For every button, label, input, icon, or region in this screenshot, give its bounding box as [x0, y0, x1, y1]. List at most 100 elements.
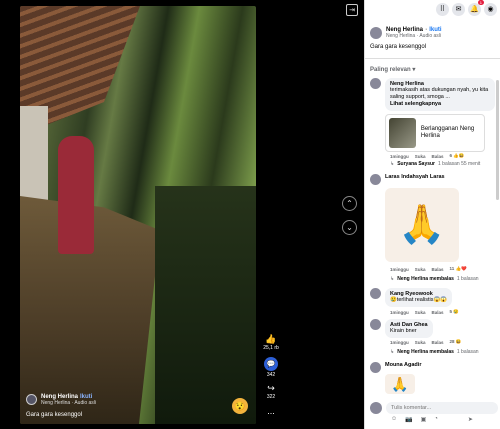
share-icon: ↪ [267, 383, 275, 393]
avatar[interactable] [26, 394, 37, 405]
scrollbar[interactable] [496, 80, 499, 200]
card-thumbnail [389, 118, 416, 148]
comments-panel: ⠿ ✉ 🔔 1 ◉ Neng Herlina · Ikuti Neng Herli… [364, 0, 500, 429]
replies-link[interactable]: ↳ Neng Herlina membalas 1 balasan [390, 349, 479, 355]
reply-count: 1 balasan [456, 276, 479, 282]
comment-time[interactable]: 1minggu [390, 267, 409, 272]
comment-bubble: Kang Ryeowook 😢terlihat realistis😱😱 [385, 288, 453, 307]
reaction-count: 11 👍❤️ [449, 266, 467, 271]
comment-bubble: Asti Dan Ghea Kirain bner [385, 319, 433, 338]
emoji-icon[interactable]: ☺ [391, 416, 397, 423]
more-icon: ... [267, 406, 275, 416]
comment-item: Neng Herlina terimakasih atas dukungan n… [370, 78, 495, 111]
video-author[interactable]: Neng Herlina Ikuti Neng Herlina · Audio … [26, 393, 96, 406]
bell-icon: 🔔 [470, 6, 479, 13]
reply-arrow-icon: ↳ [390, 349, 395, 355]
like-link[interactable]: Suka [415, 310, 426, 315]
reply-link[interactable]: Balas [432, 340, 444, 345]
like-link[interactable]: Suka [415, 340, 426, 345]
comment-meta: 1minggu Suka Balas 6 👍😆 [390, 153, 465, 159]
subscribe-card[interactable]: Berlangganan Neng Herlina [385, 114, 485, 152]
avatar [370, 402, 382, 414]
reply-link[interactable]: Balas [432, 310, 444, 315]
like-link[interactable]: Suka [415, 267, 426, 272]
reply-link[interactable]: Balas [432, 154, 444, 159]
like-count: 25,1 rb [263, 345, 279, 351]
reaction-emoji-button[interactable]: 😯 [232, 398, 248, 414]
avatar[interactable] [370, 362, 381, 373]
divider [365, 58, 500, 59]
audio-label[interactable]: Neng Herlina · Audio asli [386, 33, 442, 39]
reaction-count: 5 😢 [449, 309, 459, 314]
replies-link[interactable]: ↳ Neng Herlina membalas 1 balasan [390, 276, 479, 282]
post-caption: Gara gara kesenggol [370, 44, 427, 50]
replies-link[interactable]: ↳ Suryana Saysur 1 balasan 55 menit [390, 161, 480, 167]
reply-author: Suryana Saysur [397, 161, 436, 167]
video-player[interactable] [20, 6, 256, 424]
avatar[interactable] [370, 26, 382, 39]
composer-tools: ☺ 📷 ▣ ◔ ➤ [391, 416, 473, 423]
like-link[interactable]: Suka [415, 154, 426, 159]
comment-author[interactable]: Laras Indahsyah Laras [385, 174, 445, 185]
comment-meta: 1minggu Suka Balas 28 😆 [390, 339, 461, 345]
comment-time[interactable]: 1minggu [390, 310, 409, 315]
comment-text: terimakasih atas dukungan nyah, yu kita … [390, 87, 489, 100]
comment-composer [370, 401, 498, 415]
avatar[interactable] [370, 78, 381, 89]
sticker-icon[interactable]: ◔ [434, 416, 438, 423]
card-label: Berlangganan Neng Herlina [420, 126, 475, 139]
comment-time[interactable]: 1minggu [390, 154, 409, 159]
reply-author: Neng Herlina membalas [397, 349, 454, 355]
share-count: 322 [266, 394, 276, 400]
see-more-link[interactable]: Lihat selengkapnya [390, 101, 490, 108]
avatar[interactable] [370, 319, 381, 330]
avatar[interactable] [370, 288, 381, 299]
reply-link[interactable]: Balas [432, 267, 444, 272]
sort-label: Paling relevan [370, 67, 411, 73]
comment-author[interactable]: Mouna Agadir [385, 362, 421, 373]
camera-icon[interactable]: 📷 [405, 416, 412, 423]
comment-meta: 1minggu Suka Balas 5 😢 [390, 309, 459, 315]
expand-icon: ⇥ [349, 7, 355, 14]
previous-video-button[interactable]: ⌃ [342, 196, 357, 211]
comment-input[interactable] [386, 402, 498, 414]
video-scene-person [58, 136, 94, 254]
share-action[interactable]: ↪ 322 [262, 383, 280, 400]
sticker-image: 🙏 [385, 374, 415, 394]
comment-action[interactable]: 💬 342 [262, 357, 280, 378]
profile-button[interactable]: ◉ [484, 2, 497, 16]
chevron-down-icon: ▾ [412, 67, 416, 73]
comment-count: 342 [266, 372, 276, 378]
send-icon[interactable]: ➤ [468, 416, 473, 423]
avatar: ◉ [487, 6, 494, 13]
next-video-button[interactable]: ⌄ [342, 220, 357, 235]
comment-item: Kang Ryeowook 😢terlihat realistis😱😱 [370, 288, 453, 307]
expand-button[interactable]: ⇥ [346, 4, 358, 16]
notifications-button[interactable]: 🔔 1 [468, 0, 484, 16]
top-bar: ⠿ ✉ 🔔 1 ◉ [436, 0, 500, 18]
reply-count: 1 balasan [456, 349, 479, 355]
like-action[interactable]: 👍 25,1 rb [262, 334, 280, 351]
reaction-count: 28 😆 [449, 339, 462, 344]
sort-dropdown[interactable]: Paling relevan ▾ [370, 66, 415, 73]
reply-author: Neng Herlina membalas [397, 276, 454, 282]
comment-text: 😢terlihat realistis😱😱 [390, 297, 448, 303]
notification-badge: 1 [477, 0, 484, 5]
comment-time[interactable]: 1minggu [390, 340, 409, 345]
messenger-icon: ✉ [455, 6, 462, 13]
audio-label[interactable]: Neng Herlina · Audio asli [41, 400, 96, 406]
more-options-button[interactable]: ... [262, 406, 280, 416]
gif-icon[interactable]: ▣ [421, 416, 427, 423]
comment-icon: 💬 [264, 357, 278, 371]
messenger-button[interactable]: ✉ [452, 2, 465, 16]
comment-item: Laras Indahsyah Laras [370, 174, 445, 185]
sticker-image: 🙏 [385, 188, 459, 262]
chevron-up-icon: ⌃ [346, 199, 353, 208]
chevron-down-icon: ⌄ [346, 223, 353, 232]
reply-arrow-icon: ↳ [390, 276, 395, 282]
reply-arrow-icon: ↳ [390, 161, 395, 167]
menu-grid-button[interactable]: ⠿ [436, 2, 449, 16]
avatar[interactable] [370, 174, 381, 185]
comment-item: Asti Dan Ghea Kirain bner [370, 319, 433, 338]
reply-count: 1 balasan 55 menit [438, 161, 481, 167]
